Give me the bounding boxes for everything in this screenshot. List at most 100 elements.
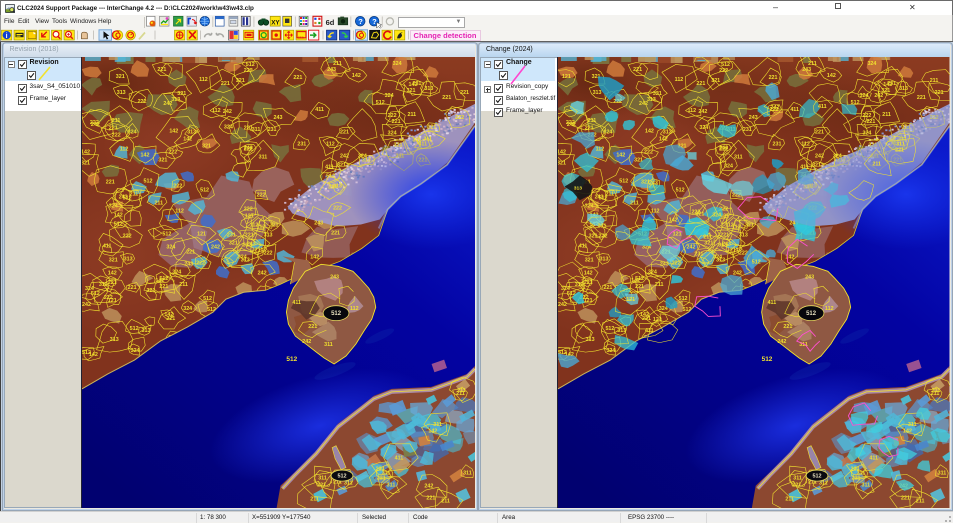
svg-text:221: 221 <box>635 284 644 290</box>
svg-text:311: 311 <box>896 141 905 147</box>
svg-text:211: 211 <box>932 387 941 393</box>
svg-text:311: 311 <box>463 470 472 476</box>
svg-text:313: 313 <box>263 232 272 238</box>
svg-text:324: 324 <box>724 163 733 169</box>
svg-text:512: 512 <box>721 61 730 67</box>
svg-text:243: 243 <box>660 261 669 267</box>
svg-text:324: 324 <box>108 203 117 209</box>
svg-text:243: 243 <box>649 180 658 186</box>
svg-text:112: 112 <box>199 76 208 82</box>
svg-text:XY: XY <box>271 19 280 26</box>
svg-text:112: 112 <box>732 224 741 230</box>
svg-text:112: 112 <box>256 224 265 230</box>
svg-text:311: 311 <box>908 421 917 427</box>
svg-text:313: 313 <box>600 256 609 262</box>
svg-text:222: 222 <box>455 114 464 120</box>
svg-text:242: 242 <box>424 483 433 489</box>
svg-text:222: 222 <box>263 250 272 256</box>
svg-text:242: 242 <box>257 270 266 276</box>
svg-text:211: 211 <box>129 191 138 197</box>
svg-text:231: 231 <box>598 223 607 229</box>
svg-text:411: 411 <box>768 300 777 306</box>
svg-text:121: 121 <box>197 231 206 237</box>
svg-text:311: 311 <box>318 475 327 481</box>
svg-text:211: 211 <box>605 191 614 197</box>
svg-text:222: 222 <box>387 112 396 118</box>
svg-text:313: 313 <box>716 257 725 263</box>
svg-text:121: 121 <box>673 231 682 237</box>
svg-text:321: 321 <box>235 77 244 83</box>
svg-text:121: 121 <box>562 73 571 79</box>
svg-text:142: 142 <box>616 152 625 158</box>
svg-text:512: 512 <box>203 296 212 302</box>
svg-text:512: 512 <box>762 355 773 362</box>
svg-text:321: 321 <box>228 240 237 246</box>
svg-text:231: 231 <box>297 141 306 147</box>
svg-text:512: 512 <box>752 259 761 265</box>
svg-text:242: 242 <box>698 108 707 114</box>
svg-text:313: 313 <box>187 129 196 135</box>
svg-text:512: 512 <box>375 99 384 105</box>
svg-text:512: 512 <box>90 291 99 297</box>
svg-text:242: 242 <box>82 302 91 308</box>
svg-text:313: 313 <box>109 337 118 343</box>
svg-text:313: 313 <box>899 85 908 91</box>
svg-text:321: 321 <box>812 162 821 168</box>
svg-text:324: 324 <box>699 124 708 130</box>
svg-text:142: 142 <box>107 270 116 276</box>
svg-text:242: 242 <box>340 153 349 159</box>
svg-text:231: 231 <box>743 126 752 132</box>
svg-text:211: 211 <box>808 60 817 66</box>
svg-text:243: 243 <box>243 145 252 151</box>
svg-text:411: 411 <box>102 243 111 249</box>
svg-text:512: 512 <box>162 231 171 237</box>
svg-text:321: 321 <box>653 90 662 96</box>
svg-text:242: 242 <box>874 92 883 98</box>
svg-text:112: 112 <box>688 107 697 113</box>
svg-text:221: 221 <box>317 482 326 488</box>
svg-text:411: 411 <box>292 300 301 306</box>
svg-text:221: 221 <box>159 284 168 290</box>
svg-text:222: 222 <box>243 206 252 212</box>
svg-text:112: 112 <box>825 306 834 312</box>
svg-text:324: 324 <box>127 129 136 135</box>
svg-text:313: 313 <box>240 257 249 263</box>
svg-text:311: 311 <box>251 126 260 132</box>
svg-text:242: 242 <box>222 108 231 114</box>
svg-text:243: 243 <box>327 66 336 72</box>
svg-text:221: 221 <box>391 118 400 124</box>
svg-text:512: 512 <box>679 296 688 302</box>
svg-text:112: 112 <box>175 208 184 214</box>
svg-text:221: 221 <box>460 89 469 95</box>
svg-text:324: 324 <box>387 130 396 136</box>
svg-text:211: 211 <box>179 282 188 288</box>
svg-text:112: 112 <box>675 76 684 82</box>
svg-text:211: 211 <box>872 161 881 167</box>
svg-text:324: 324 <box>392 60 401 66</box>
svg-text:221: 221 <box>127 285 136 291</box>
svg-text:221: 221 <box>244 232 253 238</box>
svg-text:321: 321 <box>745 222 754 228</box>
svg-text:512: 512 <box>619 178 628 184</box>
svg-text:222: 222 <box>256 192 265 198</box>
svg-text:142: 142 <box>640 312 649 318</box>
svg-text:211: 211 <box>254 247 263 253</box>
svg-text:221: 221 <box>186 249 195 255</box>
svg-text:512: 512 <box>159 276 168 282</box>
svg-text:222: 222 <box>672 260 681 266</box>
svg-text:142: 142 <box>827 72 836 78</box>
svg-text:321: 321 <box>337 162 346 168</box>
svg-text:243: 243 <box>805 274 814 280</box>
svg-text:211: 211 <box>730 247 739 253</box>
svg-text:512: 512 <box>806 311 817 317</box>
svg-text:222: 222 <box>196 260 205 266</box>
svg-text:311: 311 <box>324 342 333 348</box>
svg-text:231: 231 <box>267 126 276 132</box>
svg-text:321: 321 <box>641 179 650 185</box>
svg-text:221: 221 <box>108 125 117 131</box>
svg-text:321: 321 <box>202 143 211 149</box>
svg-text:211: 211 <box>333 60 342 66</box>
svg-text:221: 221 <box>866 118 875 124</box>
svg-text:221: 221 <box>696 80 705 86</box>
svg-text:231: 231 <box>773 141 782 147</box>
